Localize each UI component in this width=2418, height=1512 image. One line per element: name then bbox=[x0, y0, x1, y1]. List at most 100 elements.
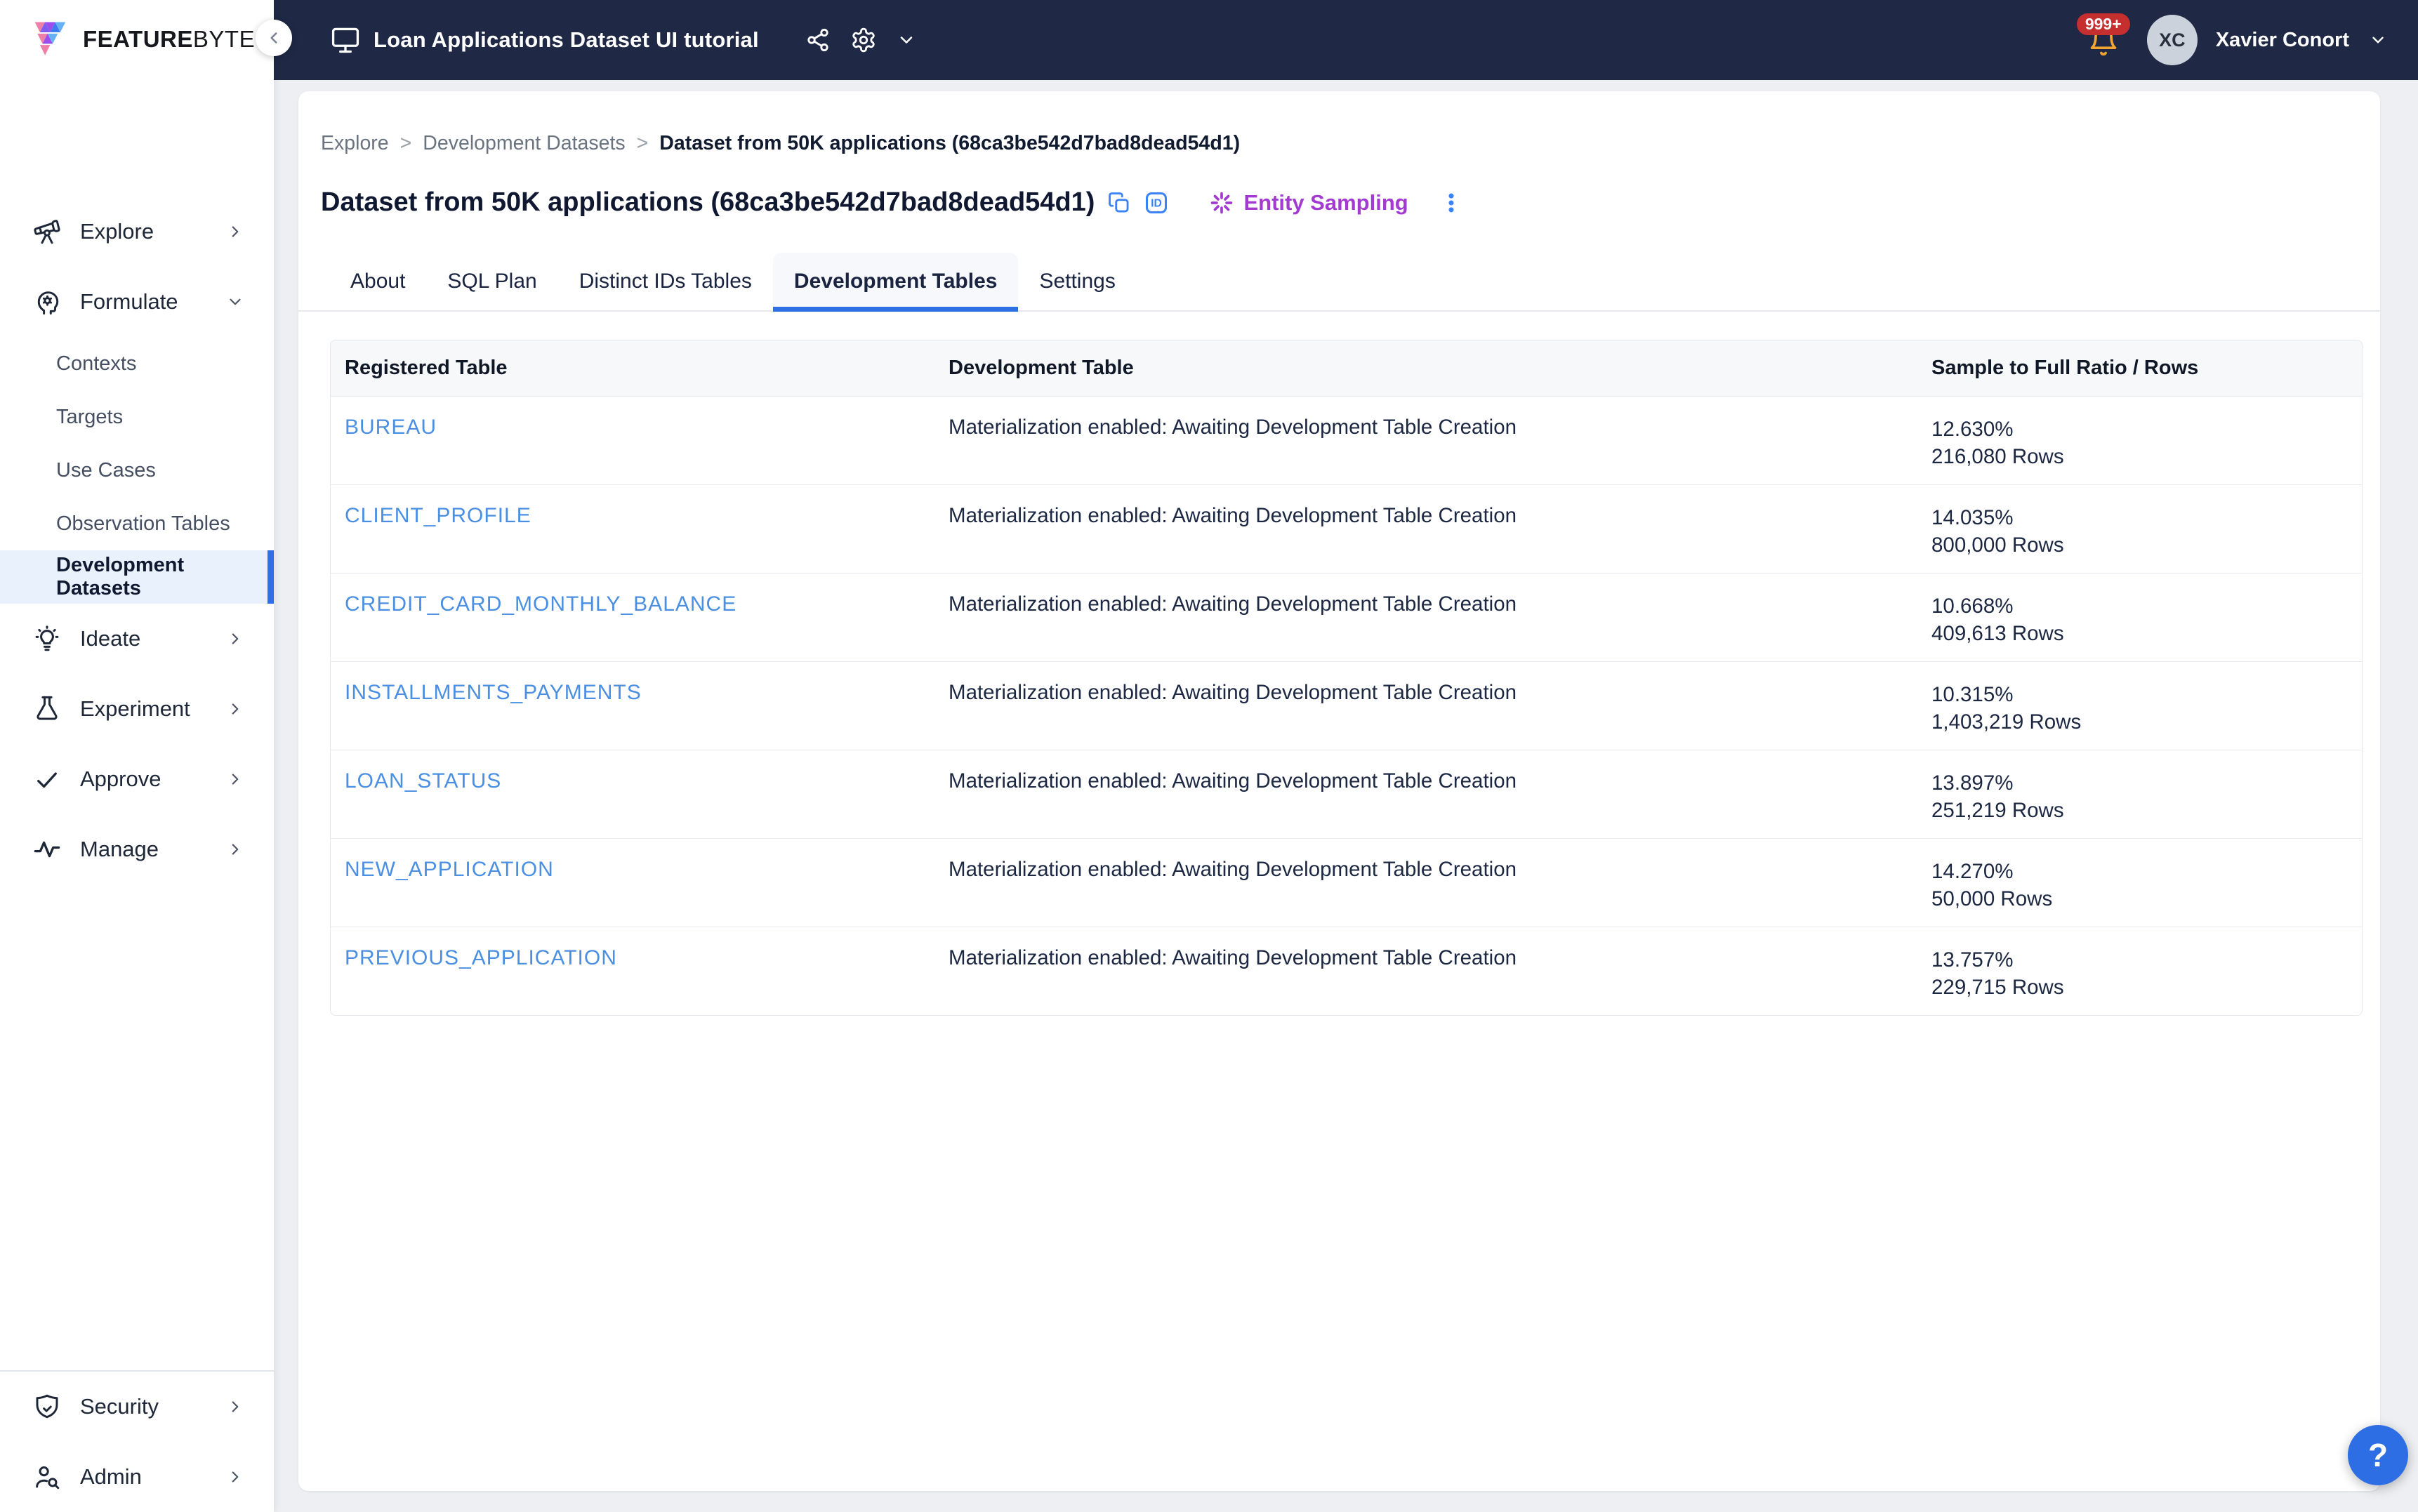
user-name: Xavier Conort bbox=[2216, 29, 2349, 52]
avatar-initials: XC bbox=[2159, 29, 2186, 51]
entity-sampling-label: Entity Sampling bbox=[1243, 190, 1408, 215]
sidebar-item-development-datasets[interactable]: Development Datasets bbox=[0, 550, 274, 604]
user-menu-chevron-down-icon[interactable] bbox=[2369, 31, 2387, 49]
chevron-right-icon bbox=[226, 770, 244, 788]
activity-pulse-icon bbox=[32, 835, 62, 864]
registered-table-link[interactable]: CLIENT_PROFILE bbox=[345, 504, 531, 527]
sidebar-item-contexts[interactable]: Contexts bbox=[0, 337, 274, 390]
sample-ratio-value: 10.668% bbox=[1931, 592, 2348, 620]
development-table-status: Materialization enabled: Awaiting Develo… bbox=[934, 485, 1917, 573]
sample-ratio-value: 13.897% bbox=[1931, 769, 2348, 797]
flask-icon bbox=[32, 694, 62, 724]
chevron-right-icon bbox=[226, 700, 244, 718]
topbar: Loan Applications Dataset UI tutorial 99… bbox=[274, 0, 2418, 80]
settings-gear-icon[interactable] bbox=[850, 27, 877, 53]
row-count-value: 800,000 Rows bbox=[1931, 531, 2348, 559]
main-content: Explore > Development Datasets > Dataset… bbox=[274, 80, 2418, 1512]
column-header-registered-table: Registered Table bbox=[331, 340, 934, 396]
registered-table-link[interactable]: BUREAU bbox=[345, 416, 437, 439]
registered-table-link[interactable]: PREVIOUS_APPLICATION bbox=[345, 946, 617, 969]
registered-table-link[interactable]: NEW_APPLICATION bbox=[345, 858, 554, 881]
project-title: Loan Applications Dataset UI tutorial bbox=[374, 27, 759, 53]
tab-sql-plan[interactable]: SQL Plan bbox=[426, 253, 557, 310]
tab-bar: About SQL Plan Distinct IDs Tables Devel… bbox=[298, 253, 2380, 312]
lightbulb-icon bbox=[32, 624, 62, 654]
registered-table-link[interactable]: CREDIT_CARD_MONTHLY_BALANCE bbox=[345, 592, 736, 616]
table-row: LOAN_STATUS Materialization enabled: Awa… bbox=[331, 750, 2362, 838]
sample-ratio-value: 14.270% bbox=[1931, 858, 2348, 885]
page-title-row: Dataset from 50K applications (68ca3be54… bbox=[298, 155, 2380, 218]
copy-icon[interactable] bbox=[1107, 191, 1131, 215]
table-row: CREDIT_CARD_MONTHLY_BALANCE Materializat… bbox=[331, 573, 2362, 661]
sidebar-item-explore[interactable]: Explore bbox=[0, 197, 274, 267]
sample-ratio-value: 14.035% bbox=[1931, 504, 2348, 531]
sidebar-item-formulate[interactable]: Formulate bbox=[0, 267, 274, 337]
development-table-status: Materialization enabled: Awaiting Develo… bbox=[934, 927, 1917, 1015]
sidebar-item-experiment[interactable]: Experiment bbox=[0, 674, 274, 744]
monitor-icon bbox=[330, 25, 361, 55]
sampling-spinner-icon bbox=[1210, 191, 1234, 215]
chevron-right-icon bbox=[226, 630, 244, 648]
sample-ratio-value: 12.630% bbox=[1931, 416, 2348, 443]
brand-logo[interactable]: FEATUREBYTE bbox=[0, 0, 274, 79]
table-header: Registered Table Development Table Sampl… bbox=[331, 340, 2362, 396]
tab-development-tables[interactable]: Development Tables bbox=[773, 253, 1019, 310]
table-row: INSTALLMENTS_PAYMENTS Materialization en… bbox=[331, 661, 2362, 750]
row-count-value: 229,715 Rows bbox=[1931, 974, 2348, 1001]
sidebar-item-targets[interactable]: Targets bbox=[0, 390, 274, 444]
sidebar: FEATUREBYTE Explore Formulate Contexts T… bbox=[0, 0, 274, 1512]
kebab-menu-icon[interactable] bbox=[1439, 190, 1463, 216]
page-title: Dataset from 50K applications (68ca3be54… bbox=[321, 187, 1095, 218]
breadcrumb: Explore > Development Datasets > Dataset… bbox=[298, 91, 2380, 155]
row-count-value: 1,403,219 Rows bbox=[1931, 708, 2348, 736]
tab-about[interactable]: About bbox=[329, 253, 426, 310]
chevron-left-icon bbox=[265, 29, 283, 47]
column-header-development-table: Development Table bbox=[934, 340, 1917, 396]
table-row: BUREAU Materialization enabled: Awaiting… bbox=[331, 396, 2362, 484]
chevron-right-icon bbox=[226, 1468, 244, 1486]
help-button[interactable]: ? bbox=[2348, 1425, 2408, 1485]
sidebar-item-admin[interactable]: Admin bbox=[0, 1442, 274, 1512]
shield-check-icon bbox=[32, 1392, 62, 1421]
registered-table-link[interactable]: INSTALLMENTS_PAYMENTS bbox=[345, 681, 642, 704]
breadcrumb-separator: > bbox=[637, 132, 649, 155]
share-icon[interactable] bbox=[805, 27, 831, 53]
sidebar-item-security[interactable]: Security bbox=[0, 1372, 274, 1442]
registered-table-link[interactable]: LOAN_STATUS bbox=[345, 769, 501, 793]
sample-ratio-value: 13.757% bbox=[1931, 946, 2348, 974]
notifications-button[interactable]: 999+ bbox=[2088, 23, 2120, 57]
breadcrumb-current: Dataset from 50K applications (68ca3be54… bbox=[659, 132, 1240, 155]
column-header-sample-ratio: Sample to Full Ratio / Rows bbox=[1917, 340, 2362, 396]
id-badge-icon[interactable]: ID bbox=[1144, 190, 1169, 215]
tab-distinct-ids-tables[interactable]: Distinct IDs Tables bbox=[558, 253, 773, 310]
notification-badge: 999+ bbox=[2077, 13, 2130, 35]
development-table-status: Materialization enabled: Awaiting Develo… bbox=[934, 750, 1917, 838]
sidebar-item-manage[interactable]: Manage bbox=[0, 814, 274, 884]
table-row: PREVIOUS_APPLICATION Materialization ena… bbox=[331, 927, 2362, 1015]
table-row: NEW_APPLICATION Materialization enabled:… bbox=[331, 838, 2362, 927]
development-table-status: Materialization enabled: Awaiting Develo… bbox=[934, 397, 1917, 484]
user-search-icon bbox=[32, 1462, 62, 1492]
formulate-sub-list: Contexts Targets Use Cases Observation T… bbox=[0, 337, 274, 604]
brand-name: FEATUREBYTE bbox=[83, 26, 255, 53]
sidebar-item-ideate[interactable]: Ideate bbox=[0, 604, 274, 674]
sidebar-item-observation-tables[interactable]: Observation Tables bbox=[0, 497, 274, 550]
chevron-right-icon bbox=[226, 1398, 244, 1416]
sidebar-item-use-cases[interactable]: Use Cases bbox=[0, 444, 274, 497]
development-table-status: Materialization enabled: Awaiting Develo… bbox=[934, 839, 1917, 927]
breadcrumb-explore[interactable]: Explore bbox=[321, 132, 389, 155]
avatar[interactable]: XC bbox=[2147, 15, 2198, 65]
featurebyte-logo-icon bbox=[32, 20, 73, 58]
sidebar-item-approve[interactable]: Approve bbox=[0, 744, 274, 814]
breadcrumb-separator: > bbox=[400, 132, 412, 155]
sidebar-collapse-button[interactable] bbox=[256, 20, 292, 56]
development-table-status: Materialization enabled: Awaiting Develo… bbox=[934, 662, 1917, 750]
project-menu-chevron-down-icon[interactable] bbox=[897, 30, 916, 50]
tab-settings[interactable]: Settings bbox=[1018, 253, 1136, 310]
breadcrumb-development-datasets[interactable]: Development Datasets bbox=[423, 132, 625, 155]
svg-text:ID: ID bbox=[1151, 197, 1163, 209]
content-card: Explore > Development Datasets > Dataset… bbox=[298, 91, 2380, 1491]
chevron-down-icon bbox=[226, 293, 244, 311]
entity-sampling-button[interactable]: Entity Sampling bbox=[1210, 190, 1408, 215]
development-tables-table: Registered Table Development Table Sampl… bbox=[330, 340, 2363, 1016]
